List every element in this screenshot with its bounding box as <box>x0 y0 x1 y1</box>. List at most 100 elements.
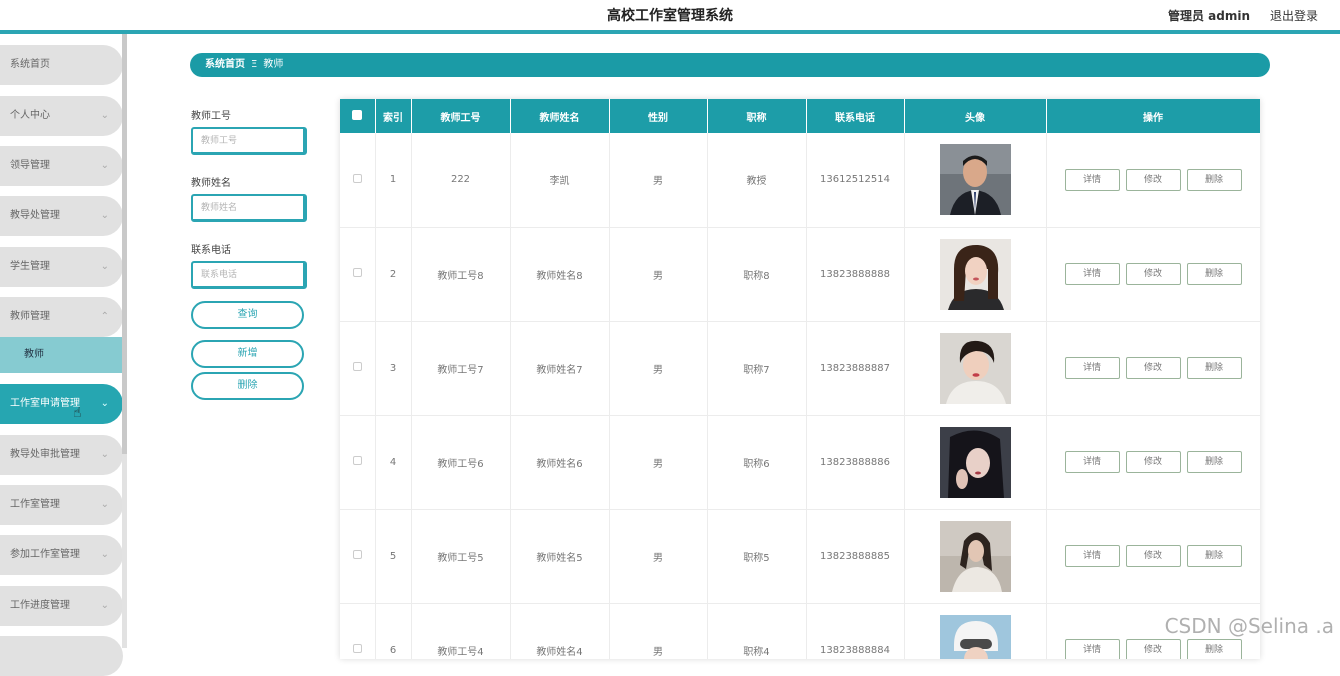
cell-phone: 13823888886 <box>806 415 905 510</box>
delete-button[interactable]: 删除 <box>1186 545 1242 567</box>
delete-button[interactable]: 删除 <box>1186 451 1242 473</box>
detail-button[interactable]: 详情 <box>1064 639 1120 659</box>
chevron-down-icon: ⌄ <box>100 398 109 409</box>
cell-teacher-id: 教师工号8 <box>411 227 511 322</box>
chevron-down-icon: ⌄ <box>100 499 109 510</box>
cell-teacher-name: 教师姓名5 <box>510 509 610 604</box>
select-all-checkbox[interactable] <box>352 109 363 120</box>
chevron-down-icon: ⌄ <box>100 210 109 221</box>
delete-selected-button[interactable]: 删除 <box>191 372 304 400</box>
sidebar-item-label: 工作室申请管理 <box>10 398 80 409</box>
cell-teacher-id: 教师工号6 <box>411 415 511 510</box>
table-row: 6 教师工号4 教师姓名4 男 职称4 13823888884 详情 修改 删除 <box>340 603 1260 659</box>
avatar <box>939 520 1011 592</box>
cell-phone: 13823888885 <box>806 509 905 604</box>
delete-button[interactable]: 删除 <box>1186 639 1242 659</box>
phone-input[interactable] <box>191 261 307 289</box>
column-header: 头像 <box>904 99 1047 133</box>
teacher-id-input[interactable] <box>191 127 307 155</box>
sidebar-item-progress[interactable]: 工作进度管理 ⌄ <box>0 586 123 626</box>
row-checkbox[interactable] <box>352 362 362 371</box>
app-title: 高校工作室管理系统 <box>607 8 733 24</box>
edit-button[interactable]: 修改 <box>1125 168 1181 191</box>
cell-teacher-name: 教师姓名6 <box>510 415 610 510</box>
column-header: 教师姓名 <box>510 99 610 133</box>
sidebar-item-more[interactable] <box>0 636 123 676</box>
detail-button[interactable]: 详情 <box>1064 545 1120 567</box>
edit-button[interactable]: 修改 <box>1125 545 1181 567</box>
column-header: 职称 <box>707 99 807 133</box>
chevron-down-icon: ⌄ <box>100 449 109 460</box>
sidebar-item-join-studio[interactable]: 参加工作室管理 ⌄ <box>0 535 123 575</box>
edit-button[interactable]: 修改 <box>1125 451 1181 473</box>
sidebar-item-label: 参加工作室管理 <box>10 549 80 560</box>
sidebar-scrollbar-thumb[interactable] <box>122 34 127 454</box>
cell-title: 职称8 <box>707 227 807 322</box>
edit-button[interactable]: 修改 <box>1125 639 1181 659</box>
sidebar-item-studios[interactable]: 工作室管理 ⌄ <box>0 485 123 525</box>
cell-teacher-id: 教师工号5 <box>411 509 511 604</box>
delete-button[interactable]: 删除 <box>1186 357 1242 379</box>
teacher-name-input[interactable] <box>191 194 307 222</box>
cell-title: 职称7 <box>707 321 807 416</box>
sidebar-subitem-teacher[interactable]: 教师 <box>0 337 123 373</box>
admin-label: 管理员 admin <box>1167 9 1250 23</box>
logout-link[interactable]: 退出登录 <box>1270 7 1318 24</box>
sidebar-item-label: 教导处管理 <box>10 210 60 221</box>
sidebar-item-label: 教师管理 <box>10 311 50 322</box>
row-checkbox[interactable] <box>352 456 362 465</box>
chevron-up-icon: ⌃ <box>100 311 109 322</box>
edit-button[interactable]: 修改 <box>1125 357 1181 379</box>
row-checkbox[interactable] <box>352 173 362 183</box>
select-all-header[interactable] <box>340 99 376 133</box>
sidebar-item-academic-office[interactable]: 教导处管理 ⌄ <box>0 196 123 236</box>
cell-teacher-name: 教师姓名8 <box>510 227 610 322</box>
cell-title: 职称4 <box>707 603 807 659</box>
cell-teacher-name: 李凯 <box>510 133 610 228</box>
row-checkbox[interactable] <box>352 268 362 277</box>
delete-button[interactable]: 删除 <box>1186 168 1242 191</box>
avatar <box>939 426 1011 498</box>
sidebar-item-studio-applications[interactable]: 工作室申请管理 ⌄ <box>0 384 123 424</box>
edit-button[interactable]: 修改 <box>1125 263 1181 285</box>
cell-gender: 男 <box>609 509 708 604</box>
detail-button[interactable]: 详情 <box>1064 357 1120 379</box>
sidebar-item-label: 工作进度管理 <box>10 600 70 611</box>
table-row: 4 教师工号6 教师姓名6 男 职称6 13823888886 详情 修改 删除 <box>340 415 1260 510</box>
phone-label: 联系电话 <box>191 245 231 256</box>
row-checkbox[interactable] <box>352 550 362 559</box>
sidebar-item-teachers[interactable]: 教师管理 ⌃ <box>0 297 123 337</box>
column-header: 联系电话 <box>806 99 905 133</box>
breadcrumb-home[interactable]: 系统首页 <box>205 59 245 70</box>
detail-button[interactable]: 详情 <box>1064 451 1120 473</box>
cell-title: 教授 <box>707 133 807 228</box>
sidebar-item-personal-center[interactable]: 个人中心 ⌄ <box>0 96 123 136</box>
query-button[interactable]: 查询 <box>191 301 304 329</box>
sidebar-item-home[interactable]: 系统首页 <box>0 45 123 85</box>
detail-button[interactable]: 详情 <box>1064 168 1120 191</box>
table-row: 2 教师工号8 教师姓名8 男 职称8 13823888888 详情 修改 删除 <box>340 227 1260 322</box>
cell-index: 2 <box>375 227 412 322</box>
teacher-name-label: 教师姓名 <box>191 178 231 189</box>
sidebar-item-label: 领导管理 <box>10 160 50 171</box>
sidebar-item-office-approval[interactable]: 教导处审批管理 ⌄ <box>0 435 123 475</box>
cell-phone: 13823888888 <box>806 227 905 322</box>
cell-phone: 13823888884 <box>806 603 905 659</box>
breadcrumb: 系统首页 Ξ 教师 <box>190 53 1270 77</box>
sidebar-item-label: 系统首页 <box>10 59 50 70</box>
chevron-down-icon: ⌄ <box>100 110 109 121</box>
cell-index: 4 <box>375 415 412 510</box>
detail-button[interactable]: 详情 <box>1064 263 1120 285</box>
column-header: 操作 <box>1046 99 1260 133</box>
cell-teacher-name: 教师姓名7 <box>510 321 610 416</box>
cell-gender: 男 <box>609 133 708 228</box>
teacher-table: 索引 教师工号 教师姓名 性别 职称 联系电话 头像 操作 1 222 李凯 男… <box>340 99 1260 659</box>
delete-button[interactable]: 删除 <box>1186 263 1242 285</box>
sidebar-item-label: 教导处审批管理 <box>10 449 80 460</box>
sidebar-item-leaders[interactable]: 领导管理 ⌄ <box>0 146 123 186</box>
row-checkbox[interactable] <box>352 644 362 653</box>
sidebar-item-students[interactable]: 学生管理 ⌄ <box>0 247 123 287</box>
add-button[interactable]: 新增 <box>191 340 304 368</box>
chevron-down-icon: ⌄ <box>100 600 109 611</box>
avatar <box>939 144 1011 216</box>
